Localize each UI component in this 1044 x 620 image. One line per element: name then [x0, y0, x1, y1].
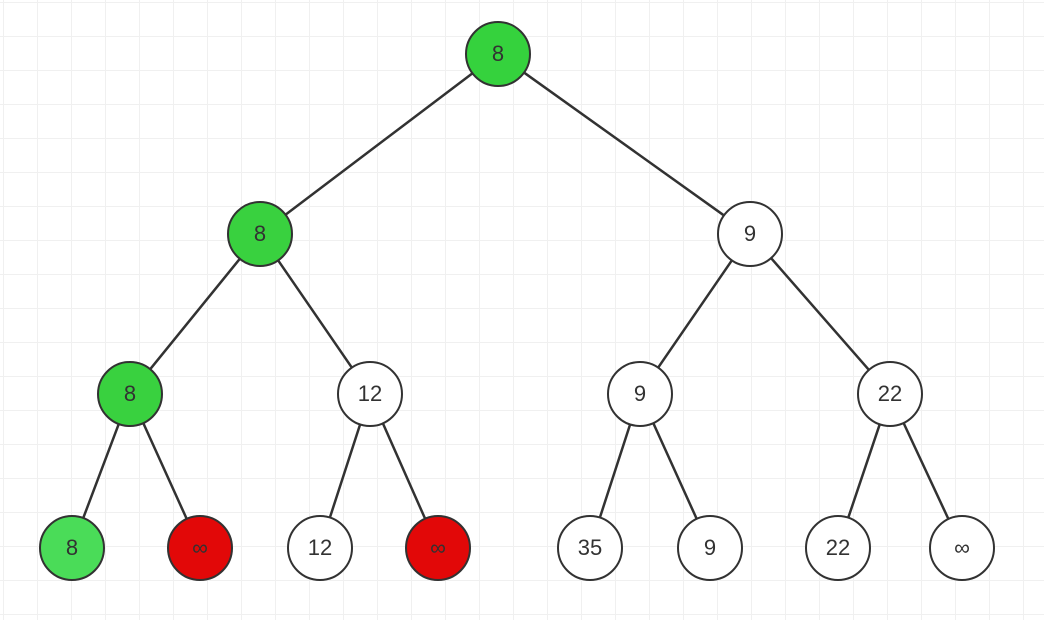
tree-leaf-0: 8 — [39, 515, 105, 581]
node-label: ∞ — [954, 535, 970, 561]
tree-node-l: 8 — [227, 201, 293, 267]
tree-leaf-1: ∞ — [167, 515, 233, 581]
node-label: 35 — [578, 535, 602, 561]
tree-node-r: 9 — [717, 201, 783, 267]
tree-node-lr: 12 — [337, 361, 403, 427]
node-label: 9 — [634, 381, 646, 407]
tree-node-ll: 8 — [97, 361, 163, 427]
tree-leaf-2: 12 — [287, 515, 353, 581]
tree-leaf-5: 9 — [677, 515, 743, 581]
node-label: 8 — [492, 41, 504, 67]
node-label: ∞ — [430, 535, 446, 561]
node-label: 8 — [66, 535, 78, 561]
node-label: 12 — [358, 381, 382, 407]
tree-leaf-6: 22 — [805, 515, 871, 581]
tree-node-rl: 9 — [607, 361, 673, 427]
tree-node-root: 8 — [465, 21, 531, 87]
node-label: 12 — [308, 535, 332, 561]
tree-leaf-4: 35 — [557, 515, 623, 581]
tree-node-rr: 22 — [857, 361, 923, 427]
node-label: 8 — [124, 381, 136, 407]
node-label: 9 — [704, 535, 716, 561]
node-label: 8 — [254, 221, 266, 247]
node-label: 22 — [826, 535, 850, 561]
node-label: 9 — [744, 221, 756, 247]
tree-edges — [0, 0, 1044, 620]
diagram-canvas: 8 8 9 8 12 9 22 8 ∞ 12 ∞ 35 9 22 ∞ — [0, 0, 1044, 620]
tree-leaf-3: ∞ — [405, 515, 471, 581]
node-label: 22 — [878, 381, 902, 407]
tree-leaf-7: ∞ — [929, 515, 995, 581]
node-label: ∞ — [192, 535, 208, 561]
